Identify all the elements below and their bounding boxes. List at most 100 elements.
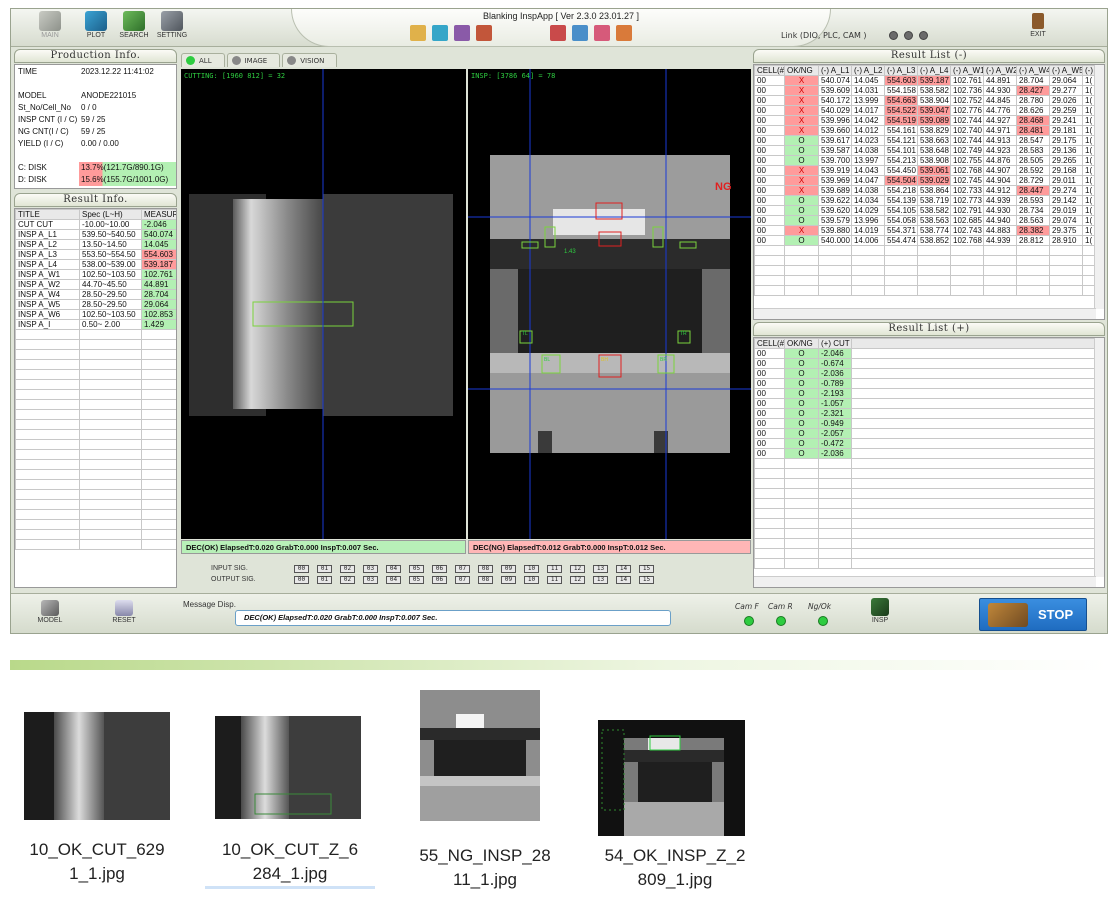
result-plus-row[interactable]: 00 O -0.472: [754, 438, 1095, 449]
result-list-minus-panel[interactable]: CELL(#) OK/NG (-) A_L1 (-) A_L2 (-) A_L3 (-) …: [753, 64, 1105, 320]
result-minus-row[interactable]: 00 X 539.996 14.042 554.519 539.089 102.744 44.…: [754, 115, 1095, 126]
empty-cell: [818, 458, 852, 469]
cutting-camera-view[interactable]: CUTTING: [1960 812] = 32: [181, 69, 466, 539]
result-minus-empty-row: [754, 285, 1095, 296]
result-plus-row[interactable]: 00 O -2.057: [754, 428, 1095, 439]
file-name-3[interactable]: 55_NG_INSP_28 11_1.jpg: [405, 844, 565, 892]
result-minus-row[interactable]: 00 O 539.700 13.997 554.213 538.908 102.755 44.…: [754, 155, 1095, 166]
result-minus-col-header[interactable]: (-) A_W2: [983, 65, 1017, 76]
result-plus-row[interactable]: 00 O -2.321: [754, 408, 1095, 419]
result-plus-row[interactable]: 00 O -2.193: [754, 388, 1095, 399]
empty-cell: [754, 478, 785, 489]
result-info-row[interactable]: INSP A_L2 13.50~14.50 14.045: [15, 239, 176, 250]
result-minus-row[interactable]: 00 O 539.617 14.023 554.121 538.663 102.744 44.…: [754, 135, 1095, 146]
result-list-plus-panel[interactable]: CELL(#) OK/NG (+) CUT 00 O -2.046 00 O -0.674 00…: [753, 337, 1105, 588]
file-thumbnail-3[interactable]: [420, 690, 540, 821]
result-info-row[interactable]: INSP A_W4 28.50~29.50 28.704: [15, 289, 176, 300]
setting-button[interactable]: SETTING: [155, 11, 189, 39]
result-minus-col-header[interactable]: (-) A_W5: [1049, 65, 1083, 76]
result-minus-row[interactable]: 00 X 539.689 14.038 554.218 538.864 102.733 44.…: [754, 185, 1095, 196]
result-minus-row[interactable]: 00 O 539.622 14.034 554.139 538.719 102.773 44.…: [754, 195, 1095, 206]
measure-value-cell: 539.880: [818, 225, 852, 236]
result-plus-row[interactable]: 00 O -2.036: [754, 368, 1095, 379]
result-info-row[interactable]: INSP A_L3 553.50~554.50 554.603: [15, 249, 176, 260]
result-minus-col-header[interactable]: (-) A_L2: [851, 65, 885, 76]
result-minus-col-header[interactable]: (-) A_L3: [884, 65, 918, 76]
result-info-row[interactable]: INSP A_W6 102.50~103.50 102.853: [15, 309, 176, 320]
folder-icon[interactable]: [410, 25, 426, 41]
result-title-cell: INSP A_W6: [15, 309, 80, 320]
cell-number-cell: 00: [754, 95, 785, 106]
result-info-row[interactable]: INSP A_W2 44.70~45.50 44.891: [15, 279, 176, 290]
result-minus-col-header[interactable]: (-) A_W4: [1016, 65, 1050, 76]
insp-camera-view[interactable]: INSP: [3786 64] = 78 NG 1.43 TL TR BL BH…: [468, 69, 751, 539]
stop-button[interactable]: STOP: [979, 598, 1087, 631]
result-info-row[interactable]: INSP A_W1 102.50~103.50 102.761: [15, 269, 176, 280]
result-minus-col-header[interactable]: (-) A_W1: [950, 65, 984, 76]
result-minus-col-header[interactable]: (-) A_L1: [818, 65, 852, 76]
result-minus-row[interactable]: 00 X 539.969 14.047 554.504 539.029 102.745 44.…: [754, 175, 1095, 186]
diamond-icon[interactable]: [432, 25, 448, 41]
result-minus-row[interactable]: 00 X 540.172 13.999 554.663 538.904 102.752 44.…: [754, 95, 1095, 106]
paste-icon[interactable]: [572, 25, 588, 41]
grid-icon[interactable]: [594, 25, 610, 41]
result-plus-row[interactable]: 00 O -2.036: [754, 448, 1095, 459]
tab-all[interactable]: ALL: [181, 53, 225, 67]
file-name-1[interactable]: 10_OK_CUT_629 1_1.jpg: [22, 838, 172, 886]
measure-value-cell: 102.755: [950, 155, 984, 166]
result-plus-row[interactable]: 00 O -0.949: [754, 418, 1095, 429]
result-plus-col-header[interactable]: CELL(#): [754, 338, 785, 349]
result-info-row[interactable]: INSP A_I 0.50~ 2.00 1.429: [15, 319, 176, 330]
tab-image[interactable]: IMAGE: [226, 53, 281, 67]
result-plus-row[interactable]: 00 O -1.057: [754, 398, 1095, 409]
camera-icon[interactable]: [454, 25, 470, 41]
result-minus-row[interactable]: 00 X 539.880 14.019 554.371 538.774 102.743 44.…: [754, 225, 1095, 236]
result-minus-row[interactable]: 00 O 539.620 14.029 554.105 538.582 102.791 44.…: [754, 205, 1095, 216]
file-thumbnail-1[interactable]: [24, 712, 170, 820]
reset-button[interactable]: RESET: [107, 600, 141, 624]
result-plus-col-header[interactable]: (+) CUT: [818, 338, 852, 349]
result-minus-col-header[interactable]: (-) A_L4: [917, 65, 951, 76]
result-minus-col-header[interactable]: OK/NG: [784, 65, 819, 76]
copy-icon[interactable]: [550, 25, 566, 41]
result-minus-row[interactable]: 00 O 539.587 14.038 554.101 538.648 102.749 44.…: [754, 145, 1095, 156]
result-minus-row[interactable]: 00 X 539.609 14.031 554.158 538.582 102.736 44.…: [754, 85, 1095, 96]
window-icon[interactable]: [616, 25, 632, 41]
model-button[interactable]: MODEL: [33, 600, 67, 624]
measure-value-cell: 44.912: [983, 185, 1017, 196]
result-plus-empty-row: [754, 498, 1095, 509]
result-minus-row[interactable]: 00 O 540.000 14.006 554.474 538.852 102.768 44.…: [754, 235, 1095, 246]
tab-vision[interactable]: VISION: [282, 53, 338, 67]
exit-button[interactable]: EXIT: [1021, 13, 1055, 38]
file-name-4[interactable]: 54_OK_INSP_Z_2 809_1.jpg: [590, 844, 760, 892]
result-info-row[interactable]: CUT CUT -10.00~10.00 -2.046: [15, 219, 176, 230]
file-thumbnail-2[interactable]: [215, 716, 361, 819]
result-plus-row[interactable]: 00 O -2.046: [754, 348, 1095, 359]
search-button[interactable]: SEARCH: [117, 11, 151, 39]
result-minus-row[interactable]: 00 O 539.579 13.996 554.058 538.563 102.685 44.…: [754, 215, 1095, 226]
result-minus-row[interactable]: 00 X 539.660 14.012 554.161 538.829 102.740 44.…: [754, 125, 1095, 136]
empty-cell: [1082, 265, 1095, 276]
result-minus-row[interactable]: 00 X 540.029 14.017 554.522 539.047 102.776 44.…: [754, 105, 1095, 116]
result-plus-col-header[interactable]: OK/NG: [784, 338, 819, 349]
result-info-row[interactable]: INSP A_W5 28.50~29.50 29.064: [15, 299, 176, 310]
insp-button[interactable]: INSP: [863, 598, 897, 624]
camera-settings-icon[interactable]: [476, 25, 492, 41]
file-name-2[interactable]: 10_OK_CUT_Z_6 284_1.jpg: [205, 838, 375, 889]
result-plus-row[interactable]: 00 O -0.674: [754, 358, 1095, 369]
result-plus-row[interactable]: 00 O -0.789: [754, 378, 1095, 389]
result-list-plus-vscroll[interactable]: [1094, 338, 1104, 577]
result-minus-col-header[interactable]: CELL(#): [754, 65, 785, 76]
file-thumbnail-4[interactable]: [598, 720, 745, 836]
result-minus-row[interactable]: 00 X 540.074 14.045 554.603 539.187 102.761 44.…: [754, 75, 1095, 86]
empty-cell: [1049, 275, 1083, 286]
result-list-minus-vscroll[interactable]: [1094, 65, 1104, 309]
result-list-plus-hscroll[interactable]: [754, 576, 1096, 587]
result-minus-row[interactable]: 00 X 539.919 14.043 554.450 539.061 102.768 44.…: [754, 165, 1095, 176]
main-button[interactable]: MAIN: [33, 11, 67, 39]
result-info-row[interactable]: INSP A_L4 538.00~539.00 539.187: [15, 259, 176, 270]
result-info-row[interactable]: INSP A_L1 539.50~540.50 540.074: [15, 229, 176, 240]
result-list-minus-hscroll[interactable]: [754, 308, 1096, 319]
plot-button[interactable]: PLOT: [79, 11, 113, 39]
result-minus-col-header[interactable]: (-): [1082, 65, 1095, 76]
